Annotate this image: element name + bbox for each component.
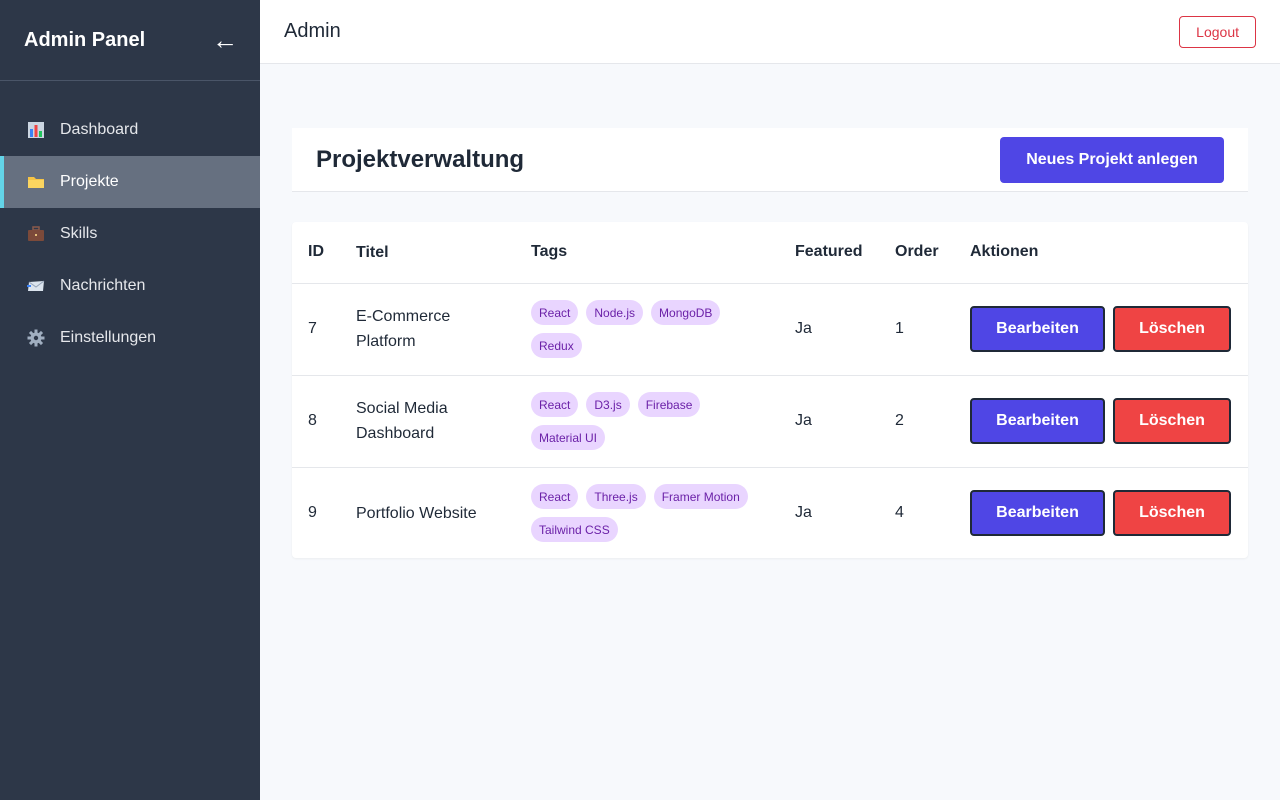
folder-icon	[26, 172, 46, 192]
delete-button[interactable]: Löschen	[1113, 490, 1231, 537]
cell-title: Portfolio Website	[356, 504, 477, 522]
cell-tags: React D3.js Firebase Material UI	[531, 375, 795, 467]
table-header-row: ID Titel Tags Featured Order Aktionen	[292, 222, 1248, 284]
delete-button[interactable]: Löschen	[1113, 306, 1231, 352]
arrow-left-icon[interactable]: ←	[212, 27, 238, 53]
table-row: 7 E-Commerce Platform React Node.js Mong…	[292, 283, 1248, 375]
tag: React	[531, 392, 579, 417]
cell-tags: React Three.js Framer Motion Tailwind CS…	[531, 467, 795, 559]
sidebar-item-label: Dashboard	[60, 121, 139, 138]
cell-id: 9	[308, 504, 317, 522]
cell-id: 8	[308, 412, 317, 429]
row-actions: Bearbeiten Löschen	[970, 490, 1248, 537]
sidebar-item-skills[interactable]: Skills	[0, 208, 260, 260]
tag-list: React D3.js Firebase Material UI	[531, 392, 761, 450]
tag: Firebase	[637, 392, 701, 417]
cell-order: 4	[895, 504, 904, 522]
table-row: 9 Portfolio Website React Three.js Frame…	[292, 467, 1248, 559]
cell-order: 2	[895, 412, 904, 429]
cell-actions: Bearbeiten Löschen	[970, 283, 1248, 375]
cell-id: 7	[308, 320, 317, 337]
row-actions: Bearbeiten Löschen	[970, 306, 1248, 352]
table-row: 8 Social Media Dashboard React D3.js Fir…	[292, 375, 1248, 467]
edit-button[interactable]: Bearbeiten	[970, 306, 1105, 352]
column-header-id: ID	[292, 222, 356, 284]
briefcase-icon	[26, 224, 46, 244]
column-header-featured: Featured	[795, 222, 895, 284]
tag: Framer Motion	[653, 484, 748, 510]
tag-list: React Three.js Framer Motion Tailwind CS…	[531, 484, 761, 543]
tag: Redux	[531, 333, 582, 358]
cell-featured: Ja	[795, 504, 812, 522]
cell-actions: Bearbeiten Löschen	[970, 467, 1248, 559]
sidebar-item-einstellungen[interactable]: Einstellungen	[0, 312, 260, 364]
tag-list: React Node.js MongoDB Redux	[531, 300, 761, 358]
cell-order: 1	[895, 320, 904, 337]
bar-chart-icon	[26, 120, 46, 140]
column-header-title: Titel	[356, 222, 531, 284]
page-header: Projektverwaltung Neues Projekt anlegen	[292, 128, 1248, 192]
sidebar-item-label: Einstellungen	[60, 329, 157, 346]
row-actions: Bearbeiten Löschen	[970, 398, 1248, 444]
tag: D3.js	[586, 392, 630, 417]
tag: Material UI	[531, 425, 606, 450]
sidebar-header: Admin Panel ←	[0, 0, 260, 81]
tag: MongoDB	[651, 300, 721, 325]
column-header-tags: Tags	[531, 222, 795, 284]
edit-button[interactable]: Bearbeiten	[970, 398, 1105, 444]
cell-featured: Ja	[795, 320, 812, 337]
envelope-icon	[26, 276, 46, 296]
delete-button[interactable]: Löschen	[1113, 398, 1231, 444]
column-header-order: Order	[895, 222, 970, 284]
sidebar-item-label: Projekte	[60, 173, 119, 190]
topbar-title: Admin	[284, 20, 341, 42]
cell-title: Social Media Dashboard	[356, 400, 448, 442]
cell-tags: React Node.js MongoDB Redux	[531, 283, 795, 375]
column-header-actions: Aktionen	[970, 222, 1248, 284]
tag: Node.js	[586, 300, 644, 325]
sidebar-item-label: Nachrichten	[60, 277, 146, 294]
edit-button[interactable]: Bearbeiten	[970, 490, 1105, 537]
page-title: Projektverwaltung	[316, 145, 525, 173]
cell-actions: Bearbeiten Löschen	[970, 375, 1248, 467]
sidebar-item-projekte[interactable]: Projekte	[0, 156, 260, 208]
tag: Three.js	[586, 484, 646, 510]
projects-table-card: ID Titel Tags Featured Order Aktionen 7 …	[292, 222, 1248, 558]
sidebar-item-label: Skills	[60, 225, 98, 242]
tag: React	[531, 484, 579, 510]
tag: React	[531, 300, 579, 325]
gear-icon	[26, 328, 46, 348]
sidebar: Admin Panel ← Dashboard Projekte Skills	[0, 0, 260, 800]
projects-table: ID Titel Tags Featured Order Aktionen 7 …	[292, 222, 1248, 559]
new-project-button[interactable]: Neues Projekt anlegen	[1000, 136, 1224, 183]
sidebar-item-nachrichten[interactable]: Nachrichten	[0, 260, 260, 312]
logout-button[interactable]: Logout	[1179, 15, 1256, 48]
sidebar-item-dashboard[interactable]: Dashboard	[0, 104, 260, 156]
tag: Tailwind CSS	[531, 517, 618, 543]
sidebar-title: Admin Panel	[24, 28, 146, 51]
cell-title: E-Commerce Platform	[356, 308, 451, 350]
topbar: Admin Logout	[260, 0, 1280, 64]
cell-featured: Ja	[795, 412, 812, 429]
sidebar-nav: Dashboard Projekte Skills Nachrichten Ei…	[0, 104, 260, 364]
